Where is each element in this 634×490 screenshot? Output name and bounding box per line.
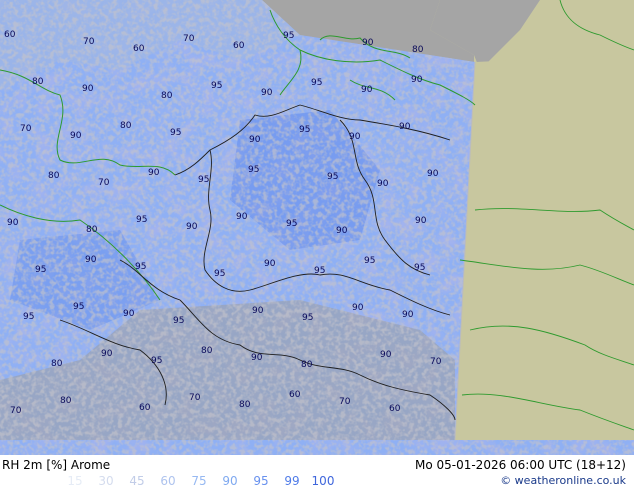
contour-label: 90 <box>85 255 97 265</box>
legend-value: 100 <box>311 474 335 488</box>
contour-label: 90 <box>352 303 364 313</box>
contour-label: 95 <box>299 125 310 135</box>
contour-label: 90 <box>252 306 264 316</box>
contour-label: 80 <box>120 121 132 131</box>
contour-label: 90 <box>411 75 423 85</box>
contour-label: 80 <box>86 225 98 235</box>
contour-label: 95 <box>302 313 313 323</box>
contour-label: 95 <box>135 262 146 272</box>
contour-label: 70 <box>183 34 195 44</box>
legend-value: 45 <box>129 474 145 488</box>
rh-map: 60 70 60 70 60 95 90 80 80 90 80 95 90 95 90 90 70 90 80 95… <box>0 0 634 455</box>
contour-label: 90 <box>101 349 113 359</box>
east-land <box>455 55 634 440</box>
contour-label: 90 <box>82 84 94 94</box>
contour-label: 70 <box>10 406 22 416</box>
contour-label: 70 <box>339 397 351 407</box>
contour-label: 95 <box>311 78 322 88</box>
contour-label: 70 <box>83 37 95 47</box>
contour-label: 80 <box>161 91 173 101</box>
contour-label: 80 <box>32 77 44 87</box>
contour-label: 60 <box>389 404 401 414</box>
contour-label: 80 <box>51 359 63 369</box>
contour-label: 90 <box>70 131 82 141</box>
contour-label: 95 <box>414 263 425 273</box>
contour-label: 95 <box>283 31 294 41</box>
legend-value: 15 <box>67 474 83 488</box>
contour-label: 90 <box>249 135 261 145</box>
contour-label: 90 <box>402 310 414 320</box>
contour-label: 90 <box>399 122 411 132</box>
contour-label: 95 <box>286 219 297 229</box>
contour-label: 90 <box>236 212 248 222</box>
contour-label: 80 <box>48 171 60 181</box>
contour-label: 95 <box>151 356 162 366</box>
contour-label: 70 <box>430 357 442 367</box>
legend-value: 90 <box>222 474 238 488</box>
contour-label: 90 <box>377 179 389 189</box>
legend-value: 60 <box>160 474 176 488</box>
contour-label: 60 <box>139 403 151 413</box>
contour-label: 60 <box>4 30 16 40</box>
contour-label: 90 <box>336 226 348 236</box>
contour-label: 95 <box>327 172 338 182</box>
credit-link[interactable]: © weatheronline.co.uk <box>500 474 626 487</box>
contour-label: 90 <box>123 309 135 319</box>
contour-label: 60 <box>133 44 145 54</box>
contour-label: 90 <box>186 222 198 232</box>
contour-label: 70 <box>189 393 201 403</box>
contour-label: 95 <box>136 215 147 225</box>
legend-value: 30 <box>98 474 114 488</box>
contour-label: 80 <box>239 400 251 410</box>
contour-label: 95 <box>23 312 34 322</box>
contour-label: 90 <box>261 88 273 98</box>
contour-label: 90 <box>264 259 276 269</box>
contour-label: 95 <box>73 302 84 312</box>
contour-label: 80 <box>201 346 213 356</box>
contour-label: 60 <box>289 390 301 400</box>
map-title: RH 2m [%] Arome <box>2 458 111 472</box>
contour-label: 90 <box>251 353 263 363</box>
contour-label: 95 <box>211 81 222 91</box>
map-stage: 60 70 60 70 60 95 90 80 80 90 80 95 90 95 90 90 70 90 80 95… <box>0 0 634 490</box>
contour-label: 95 <box>173 316 184 326</box>
contour-label: 95 <box>364 256 375 266</box>
legend-value: 99 <box>284 474 300 488</box>
contour-label: 95 <box>198 175 209 185</box>
contour-label: 90 <box>427 169 439 179</box>
contour-label: 80 <box>412 45 424 55</box>
legend-value: 95 <box>253 474 269 488</box>
contour-label: 70 <box>20 124 32 134</box>
contour-label: 80 <box>301 360 313 370</box>
contour-label: 90 <box>361 85 373 95</box>
contour-label: 90 <box>148 168 160 178</box>
contour-label: 60 <box>233 41 245 51</box>
contour-label: 80 <box>60 396 72 406</box>
contour-label: 90 <box>380 350 392 360</box>
contour-label: 95 <box>214 269 225 279</box>
contour-label: 95 <box>314 266 325 276</box>
contour-label: 90 <box>415 216 427 226</box>
contour-label: 95 <box>35 265 46 275</box>
legend-value: 75 <box>191 474 207 488</box>
footer: RH 2m [%] Arome Mo 05-01-2026 06:00 UTC … <box>0 455 634 490</box>
contour-label: 95 <box>248 165 259 175</box>
contour-label: 70 <box>98 178 110 188</box>
contour-label: 90 <box>7 218 19 228</box>
valid-time: Mo 05-01-2026 06:00 UTC (18+12) <box>414 458 626 472</box>
contour-label: 90 <box>362 38 374 48</box>
contour-label: 95 <box>170 128 181 138</box>
contour-label: 90 <box>349 132 361 142</box>
